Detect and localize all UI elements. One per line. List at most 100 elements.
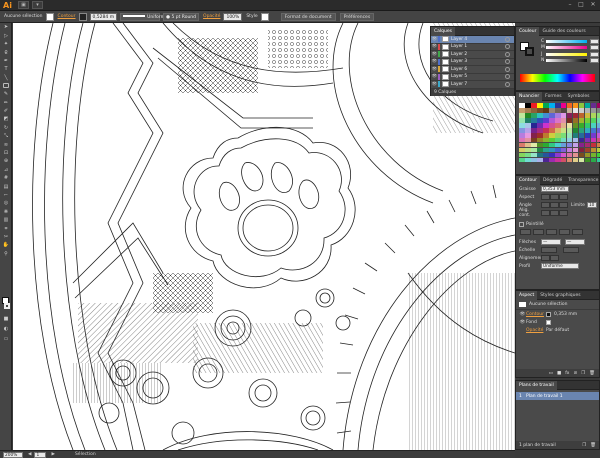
swatch[interactable]: [548, 132, 555, 138]
prev-page-icon[interactable]: ◀: [28, 452, 31, 457]
eye-icon[interactable]: 👁: [431, 67, 438, 72]
dash-field-3[interactable]: [572, 229, 583, 235]
draw-mode-icon[interactable]: ◐: [0, 325, 12, 333]
direct-selection-tool-icon[interactable]: ▷: [0, 31, 12, 39]
swatch[interactable]: [536, 117, 543, 123]
swatch[interactable]: [536, 103, 543, 108]
tab-color-guide[interactable]: Guide des couleurs: [539, 27, 588, 36]
swatch[interactable]: [530, 132, 537, 138]
swatch[interactable]: [530, 117, 537, 123]
swatch[interactable]: [524, 147, 531, 153]
stroke-color-box[interactable]: [4, 303, 10, 309]
swatch[interactable]: [548, 152, 555, 158]
swatch[interactable]: [554, 112, 561, 118]
swatch[interactable]: [560, 127, 567, 133]
swatch[interactable]: [566, 137, 573, 143]
swatch[interactable]: [524, 157, 531, 163]
swatch[interactable]: [572, 142, 579, 148]
swatch[interactable]: [584, 127, 591, 133]
swatch[interactable]: [590, 142, 597, 148]
swatch[interactable]: [542, 132, 549, 138]
swatch[interactable]: [536, 142, 543, 148]
swatch[interactable]: [566, 103, 573, 108]
swatch[interactable]: [542, 157, 549, 163]
swatch[interactable]: [572, 112, 579, 118]
swatch[interactable]: [572, 117, 579, 123]
swatch[interactable]: [519, 117, 525, 123]
profile-dropdown[interactable]: Uniforme: [541, 263, 579, 269]
color-slider[interactable]: [545, 52, 587, 56]
swatch[interactable]: [566, 157, 573, 163]
zoom-field[interactable]: 200%: [3, 451, 23, 458]
swatch[interactable]: [566, 142, 573, 148]
style-swatch[interactable]: [260, 12, 269, 21]
swatch[interactable]: [572, 127, 579, 133]
swatch[interactable]: [572, 107, 579, 113]
tab-swatches[interactable]: Nuancier: [516, 91, 543, 101]
swatch[interactable]: [524, 152, 531, 158]
swatch[interactable]: [542, 152, 549, 158]
eye-icon[interactable]: 👁: [431, 52, 438, 57]
tab-transparency[interactable]: Transparence: [565, 176, 600, 185]
arrange-button[interactable]: ▾: [32, 1, 43, 9]
swatch[interactable]: [530, 103, 537, 108]
magic-wand-tool-icon[interactable]: ✦: [0, 40, 12, 48]
target-icon[interactable]: [505, 36, 510, 42]
eraser-tool-icon[interactable]: ◩: [0, 115, 12, 123]
swatch[interactable]: [542, 117, 549, 123]
rotate-tool-icon[interactable]: ↻: [0, 124, 12, 132]
swatch[interactable]: [578, 152, 585, 158]
slider-value-field[interactable]: [589, 45, 599, 51]
swatch[interactable]: [590, 117, 597, 123]
hand-tool-icon[interactable]: ✋: [0, 241, 12, 249]
start-scale-field[interactable]: [541, 247, 557, 253]
swatch[interactable]: [524, 112, 531, 118]
swatch[interactable]: [572, 103, 579, 108]
swatch[interactable]: [584, 152, 591, 158]
swatch[interactable]: [566, 147, 573, 153]
appearance-stroke-swatch[interactable]: [546, 311, 551, 317]
dashed-checkbox[interactable]: [519, 221, 524, 227]
swatch[interactable]: [560, 122, 567, 128]
swatch[interactable]: [554, 152, 561, 158]
swatch[interactable]: [560, 117, 567, 123]
eye-icon[interactable]: 👁: [431, 74, 438, 79]
swatch[interactable]: [584, 112, 591, 118]
bridge-button[interactable]: ▣: [18, 1, 29, 9]
swatch[interactable]: [560, 157, 567, 163]
dash-field-2[interactable]: [546, 229, 557, 235]
swatch[interactable]: [590, 152, 597, 158]
swatch[interactable]: [530, 147, 537, 153]
swatch[interactable]: [530, 122, 537, 128]
swatch[interactable]: [542, 112, 549, 118]
swatch[interactable]: [524, 103, 531, 108]
opacity-field[interactable]: 100%: [223, 12, 243, 21]
swatch[interactable]: [566, 152, 573, 158]
shape-builder-tool-icon[interactable]: ⊕: [0, 157, 12, 165]
tab-gradient[interactable]: Dégradé: [540, 176, 565, 185]
swatch[interactable]: [590, 157, 597, 163]
arrow-place-button[interactable]: [550, 255, 559, 261]
swatch[interactable]: [524, 127, 531, 133]
swatch[interactable]: [590, 122, 597, 128]
swatch[interactable]: [572, 132, 579, 138]
swatch[interactable]: [560, 132, 567, 138]
target-icon[interactable]: [505, 44, 510, 50]
brush-dropdown[interactable]: ● 5 pt Round: [163, 12, 200, 21]
swatch[interactable]: [554, 103, 561, 108]
swatch[interactable]: [548, 112, 555, 118]
slider-value-field[interactable]: [589, 51, 599, 57]
swatch[interactable]: [536, 152, 543, 158]
swatch[interactable]: [578, 103, 585, 108]
swatch[interactable]: [590, 103, 597, 108]
layer-row[interactable]: 👁 Layer 1: [431, 43, 514, 51]
blend-tool-icon[interactable]: ◎: [0, 199, 12, 207]
swatch[interactable]: [519, 147, 525, 153]
swatch[interactable]: [560, 103, 567, 108]
layer-row[interactable]: 👁 Layer 4: [431, 36, 514, 44]
swatch[interactable]: [554, 122, 561, 128]
artboard-row[interactable]: 1 Plan de travail 1: [516, 392, 599, 400]
end-scale-field[interactable]: [563, 247, 579, 253]
new-artboard-icon[interactable]: ❐: [582, 443, 586, 448]
swatch[interactable]: [536, 137, 543, 143]
